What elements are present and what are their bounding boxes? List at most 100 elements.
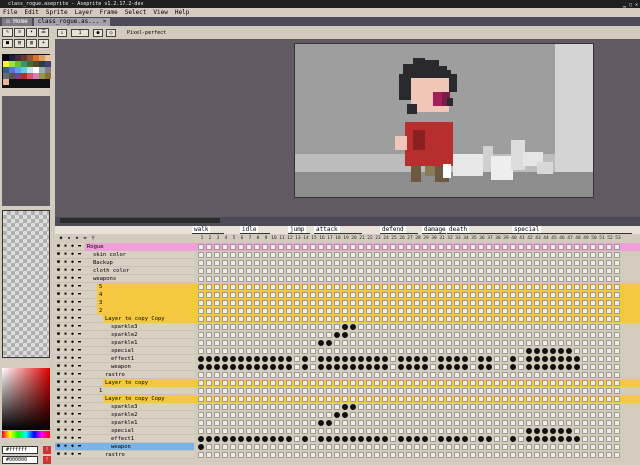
eye-icon[interactable]: ● <box>57 420 62 425</box>
cel-empty[interactable] <box>502 268 508 274</box>
cel-empty[interactable] <box>438 444 444 450</box>
cel-empty[interactable] <box>526 292 532 298</box>
cel-empty[interactable] <box>278 396 284 402</box>
cel-empty[interactable] <box>542 292 548 298</box>
cel-empty[interactable] <box>598 452 604 458</box>
cel-empty[interactable] <box>198 252 204 258</box>
cel-empty[interactable] <box>206 332 212 338</box>
cel-filled[interactable] <box>422 436 428 442</box>
cel-empty[interactable] <box>414 292 420 298</box>
cel-empty[interactable] <box>574 420 580 426</box>
cel-grid[interactable] <box>194 243 640 465</box>
continuous-icon[interactable]: ◆ <box>71 332 76 337</box>
cel-empty[interactable] <box>214 340 220 346</box>
cel-empty[interactable] <box>446 372 452 378</box>
cel-empty[interactable] <box>470 404 476 410</box>
cel-empty[interactable] <box>470 388 476 394</box>
cel-empty[interactable] <box>590 436 596 442</box>
cel-empty[interactable] <box>550 332 556 338</box>
continuous-icon[interactable]: ◆ <box>71 260 76 265</box>
cel-empty[interactable] <box>470 308 476 314</box>
cel-empty[interactable] <box>334 388 340 394</box>
cel-empty[interactable] <box>422 372 428 378</box>
frame-number[interactable]: 49 <box>582 235 590 242</box>
cel-empty[interactable] <box>606 340 612 346</box>
cel-empty[interactable] <box>582 316 588 322</box>
cel-empty[interactable] <box>246 260 252 266</box>
cel-empty[interactable] <box>558 308 564 314</box>
layer-row[interactable]: ● ▪ ◆ ▬ 3 <box>55 299 194 307</box>
cel-empty[interactable] <box>198 452 204 458</box>
frame-number[interactable]: 52 <box>606 235 614 242</box>
cel-empty[interactable] <box>606 396 612 402</box>
cel-filled[interactable] <box>534 364 540 370</box>
cel-filled[interactable] <box>366 436 372 442</box>
frame-number[interactable]: 14 <box>302 235 310 242</box>
cel-empty[interactable] <box>262 420 268 426</box>
cel-empty[interactable] <box>502 348 508 354</box>
cel-empty[interactable] <box>566 372 572 378</box>
cel-empty[interactable] <box>198 300 204 306</box>
cel-empty[interactable] <box>318 268 324 274</box>
cel-empty[interactable] <box>262 244 268 250</box>
cel-empty[interactable] <box>286 300 292 306</box>
cel-empty[interactable] <box>470 420 476 426</box>
cel-empty[interactable] <box>494 252 500 258</box>
cel-empty[interactable] <box>550 388 556 394</box>
cel-empty[interactable] <box>254 380 260 386</box>
cel-empty[interactable] <box>478 308 484 314</box>
continuous-icon[interactable]: ◆ <box>71 284 76 289</box>
cel-empty[interactable] <box>246 452 252 458</box>
cel-empty[interactable] <box>198 348 204 354</box>
cel-empty[interactable] <box>334 292 340 298</box>
cel-empty[interactable] <box>278 316 284 322</box>
cel-filled[interactable] <box>558 348 564 354</box>
cel-empty[interactable] <box>294 388 300 394</box>
cel-empty[interactable] <box>518 244 524 250</box>
cel-empty[interactable] <box>270 308 276 314</box>
cel-empty[interactable] <box>598 300 604 306</box>
cel-empty[interactable] <box>262 412 268 418</box>
cel-empty[interactable] <box>518 292 524 298</box>
cel-empty[interactable] <box>286 292 292 298</box>
cel-empty[interactable] <box>462 428 468 434</box>
cel-empty[interactable] <box>254 404 260 410</box>
cel-empty[interactable] <box>510 412 516 418</box>
menu-frame[interactable]: Frame <box>100 8 118 17</box>
cel-empty[interactable] <box>558 452 564 458</box>
cel-empty[interactable] <box>286 348 292 354</box>
cel-empty[interactable] <box>238 396 244 402</box>
cel-empty[interactable] <box>390 380 396 386</box>
cel-empty[interactable] <box>262 348 268 354</box>
cel-empty[interactable] <box>502 340 508 346</box>
cel-empty[interactable] <box>230 276 236 282</box>
cel-empty[interactable] <box>534 420 540 426</box>
cel-empty[interactable] <box>502 412 508 418</box>
cel-empty[interactable] <box>390 244 396 250</box>
frame-number[interactable]: 37 <box>486 235 494 242</box>
cel-empty[interactable] <box>350 444 356 450</box>
cel-empty[interactable] <box>358 404 364 410</box>
cel-empty[interactable] <box>462 252 468 258</box>
cel-empty[interactable] <box>254 292 260 298</box>
cel-filled[interactable] <box>262 436 268 442</box>
frame-number[interactable]: 9 <box>262 235 270 242</box>
lock-icon[interactable]: ▪ <box>64 268 69 273</box>
continuous-icon[interactable]: ◆ <box>71 268 76 273</box>
frame-number[interactable]: 15 <box>310 235 318 242</box>
lock-icon[interactable]: ▪ <box>64 428 69 433</box>
cel-empty[interactable] <box>438 308 444 314</box>
cel-empty[interactable] <box>566 284 572 290</box>
cel-empty[interactable] <box>382 300 388 306</box>
menu-select[interactable]: Select <box>125 8 147 17</box>
cel-empty[interactable] <box>486 348 492 354</box>
cel-empty[interactable] <box>270 324 276 330</box>
cel-empty[interactable] <box>430 332 436 338</box>
frame-number[interactable]: 10 <box>270 235 278 242</box>
cel-empty[interactable] <box>198 308 204 314</box>
cel-empty[interactable] <box>566 452 572 458</box>
cel-empty[interactable] <box>406 396 412 402</box>
cel-empty[interactable] <box>334 420 340 426</box>
cel-empty[interactable] <box>294 452 300 458</box>
tag-walk[interactable]: walk <box>192 226 211 233</box>
